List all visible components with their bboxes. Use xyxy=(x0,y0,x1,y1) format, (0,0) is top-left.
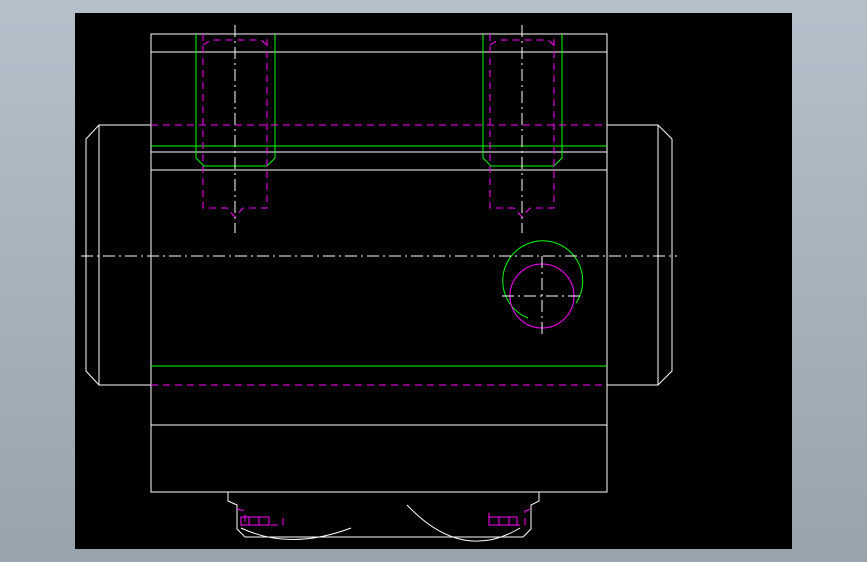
center-layer xyxy=(81,25,677,336)
bottom-right-arc xyxy=(406,504,521,542)
bottom-bracket xyxy=(227,492,540,538)
slot-right xyxy=(488,516,518,526)
outline-layer xyxy=(85,33,673,542)
right-end-cap xyxy=(607,124,673,386)
cad-drawing-canvas[interactable] xyxy=(75,13,792,549)
cad-drawing xyxy=(81,25,677,542)
drawing-content xyxy=(81,25,677,542)
thread-layer xyxy=(151,34,607,367)
main-body-outline xyxy=(150,33,608,493)
bottom-small-slots xyxy=(240,516,518,526)
left-end-cap xyxy=(85,124,151,386)
hidden-layer xyxy=(151,34,607,526)
bottom-left-arc xyxy=(240,527,352,540)
